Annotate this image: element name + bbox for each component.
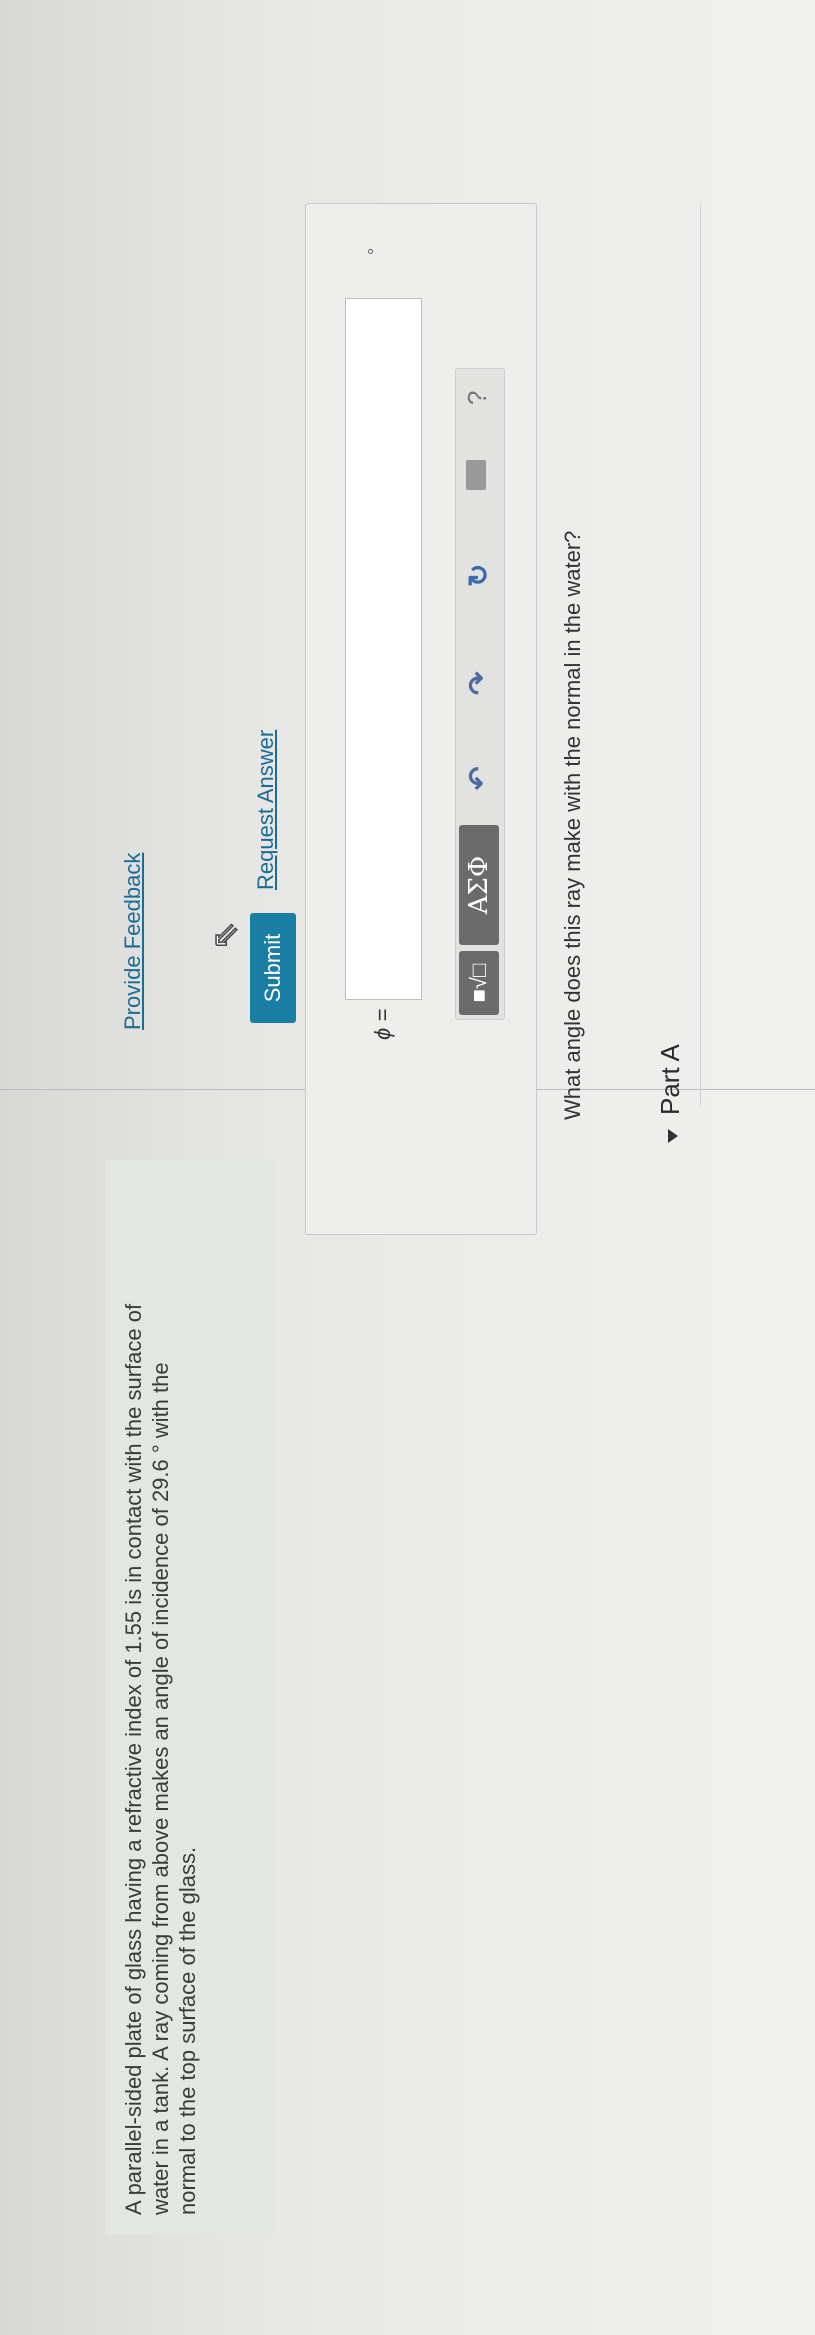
- templates-icon: ■√□: [466, 963, 491, 1003]
- undo-icon[interactable]: ↶: [462, 767, 495, 790]
- part-title[interactable]: Part A: [655, 1044, 686, 1115]
- problem-line: A parallel-sided plate of glass having a…: [121, 1303, 146, 2215]
- templates-button[interactable]: ■√□: [459, 951, 499, 1015]
- page-stage: A parallel-sided plate of glass having a…: [0, 0, 815, 2335]
- problem-line: water in a tank. A ray coming from above…: [148, 1362, 173, 2215]
- answer-unit: °: [365, 247, 385, 255]
- collapse-caret-icon[interactable]: [668, 1129, 678, 1143]
- keyboard-icon[interactable]: [466, 460, 486, 490]
- mouse-cursor-icon: ⇖: [205, 921, 245, 951]
- problem-line: normal to the top surface of the glass.: [175, 1846, 200, 2215]
- answer-input[interactable]: [345, 298, 422, 1000]
- question-text: What angle does this ray make with the n…: [560, 530, 585, 1120]
- greek-symbols-button[interactable]: ΑΣΦ: [459, 825, 499, 945]
- problem-statement: A parallel-sided plate of glass having a…: [120, 1175, 201, 2215]
- submit-button[interactable]: Submit: [250, 913, 296, 1023]
- answer-variable-label: ϕ =: [370, 1008, 395, 1040]
- help-icon[interactable]: ?: [462, 391, 493, 405]
- request-answer-link[interactable]: Request Answer: [253, 730, 279, 890]
- provide-feedback-link[interactable]: Provide Feedback: [120, 853, 146, 1030]
- redo-icon[interactable]: ↷: [462, 672, 495, 695]
- part-divider: [700, 205, 701, 1105]
- reset-icon[interactable]: ↻: [462, 564, 495, 587]
